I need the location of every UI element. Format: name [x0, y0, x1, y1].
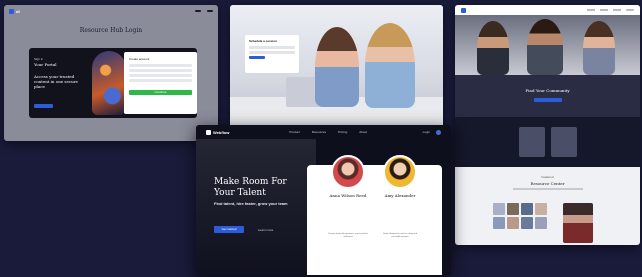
- hero-photo-card: Schedule a session: [230, 5, 443, 127]
- profile-description: Creative lead with experience across pro…: [328, 233, 368, 238]
- grid-photo[interactable]: [535, 217, 547, 229]
- panel-title: Your Portal: [34, 62, 57, 67]
- avatar-icon[interactable]: [436, 129, 441, 135]
- team-photo: [455, 15, 640, 75]
- profile-name: Amy Alexander: [384, 193, 416, 198]
- form-field[interactable]: [129, 74, 192, 77]
- panel-button[interactable]: [34, 104, 53, 108]
- login-screen-card: dt Resource Hub Login Sign in Your Porta…: [4, 5, 218, 141]
- nav-link-product[interactable]: Product: [289, 130, 299, 134]
- nav-link-resources[interactable]: Resources: [312, 130, 326, 134]
- band-title: Find Your Community: [525, 88, 570, 93]
- login-panel: Sign in Your Portal Access your trusted …: [29, 48, 197, 118]
- profile-description: Senior designer focused on clarity and a…: [382, 233, 418, 238]
- callout-field[interactable]: [249, 46, 295, 49]
- logo-text: dt: [16, 8, 20, 14]
- avatar[interactable]: [331, 155, 365, 189]
- signup-form: Create account Continue: [124, 52, 197, 114]
- hero-subtext: Find talent, hire faster, grow your team: [214, 201, 288, 206]
- callout-field[interactable]: [249, 51, 295, 54]
- form-title: Create account: [129, 57, 150, 61]
- logo-text: Webflow: [213, 129, 230, 135]
- media-tile[interactable]: [551, 127, 577, 157]
- grid-photo[interactable]: [535, 203, 547, 215]
- band-button[interactable]: [533, 98, 562, 102]
- divider: [512, 188, 583, 190]
- nav-link[interactable]: [600, 9, 608, 11]
- nav-link-about[interactable]: About: [359, 130, 367, 134]
- callout-button[interactable]: [249, 56, 265, 59]
- avatar[interactable]: [383, 155, 417, 189]
- nav-button[interactable]: [207, 10, 213, 12]
- featured-kicker: Featured: [541, 175, 554, 179]
- media-tile[interactable]: [519, 127, 545, 157]
- grid-photo[interactable]: [507, 217, 519, 229]
- grid-photo[interactable]: [521, 203, 533, 215]
- featured-title: Resource Center: [530, 181, 565, 186]
- person-image: [527, 19, 563, 75]
- get-started-button[interactable]: Get started: [214, 226, 244, 233]
- photo-grid: [493, 203, 553, 243]
- top-nav: [455, 5, 640, 15]
- nav-button[interactable]: [195, 10, 201, 12]
- learn-more-link[interactable]: Learn more: [258, 228, 273, 232]
- nav-button[interactable]: [626, 9, 634, 11]
- person-image: [583, 21, 615, 75]
- featured-photo[interactable]: [563, 203, 593, 243]
- logo-icon: [9, 8, 14, 14]
- talent-landing-card: Webflow Product Resources Pricing About …: [196, 125, 451, 275]
- profiles-panel: Anna Wilson Reed Amy Alexander Creative …: [307, 155, 442, 275]
- site-logo[interactable]: Webflow: [206, 129, 230, 135]
- person-image: [477, 21, 509, 75]
- site-logo[interactable]: dt: [9, 8, 20, 14]
- grid-photo[interactable]: [521, 217, 533, 229]
- illustration: [92, 51, 126, 115]
- grid-photo[interactable]: [507, 203, 519, 215]
- top-nav: Webflow Product Resources Pricing About …: [196, 125, 451, 139]
- hero-background: [196, 139, 316, 275]
- page-title: Resource Hub Login: [79, 27, 143, 34]
- community-page-card: Find Your Community Featured Resource Ce…: [455, 5, 640, 245]
- logo-icon: [206, 129, 211, 135]
- hero-headline: Make Room For Your Talent: [214, 177, 287, 198]
- login-link[interactable]: Login: [423, 130, 430, 134]
- featured-section: Featured Resource Center: [455, 167, 640, 190]
- grid-photo[interactable]: [493, 217, 505, 229]
- top-nav: dt: [4, 5, 218, 17]
- person-image: [365, 23, 415, 108]
- booking-callout: Schedule a session: [245, 35, 299, 73]
- panel-body: Access your trusted content in one secur…: [34, 74, 78, 89]
- form-field[interactable]: [129, 64, 192, 67]
- person-image: [315, 27, 359, 107]
- nav-link[interactable]: [613, 9, 621, 11]
- community-band: Find Your Community: [455, 75, 640, 117]
- profile-name: Anna Wilson Reed: [329, 193, 367, 198]
- media-strip: [455, 117, 640, 167]
- logo-icon[interactable]: [461, 7, 466, 13]
- nav-link-pricing[interactable]: Pricing: [338, 130, 347, 134]
- callout-title: Schedule a session: [249, 39, 277, 43]
- form-field[interactable]: [129, 69, 192, 72]
- grid-photo[interactable]: [493, 203, 505, 215]
- submit-button[interactable]: Continue: [129, 90, 192, 95]
- panel-kicker: Sign in: [34, 57, 44, 61]
- form-field[interactable]: [129, 79, 192, 82]
- nav-link[interactable]: [587, 9, 595, 11]
